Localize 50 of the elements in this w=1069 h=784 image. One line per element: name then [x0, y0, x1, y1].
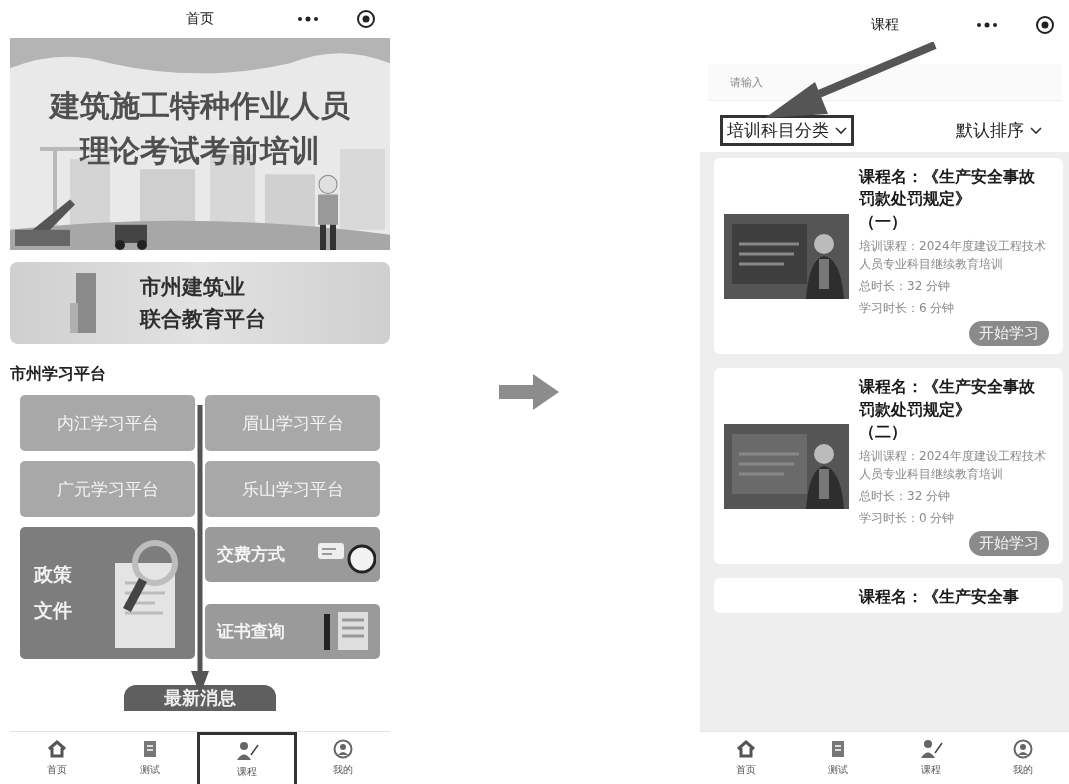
course-title: 课程名：《生产安全事: [859, 586, 1019, 609]
banner-subtitle: 理论考试考前培训: [80, 132, 320, 170]
close-icon[interactable]: [356, 9, 376, 29]
study-duration: 学习时长：6 分钟: [859, 300, 956, 318]
profile-icon: [333, 739, 354, 759]
close-icon[interactable]: [1035, 15, 1055, 35]
teacher-icon: [918, 739, 943, 759]
policy-tile[interactable]: 政策 文件: [20, 527, 195, 659]
more-icon[interactable]: [975, 21, 999, 29]
tab-item[interactable]: 首页: [10, 732, 104, 784]
teacher-icon: [234, 740, 259, 761]
profile-icon: [1012, 739, 1033, 759]
course-title: 课程名：《生产安全事故罚款处罚规定》 （二）: [859, 376, 1036, 443]
home-icon: [736, 739, 757, 759]
search-field[interactable]: 请输入: [708, 64, 1062, 101]
tab-item[interactable]: 我的: [296, 732, 390, 784]
news-banner[interactable]: 最新消息: [124, 685, 276, 711]
study-duration: 学习时长：0 分钟: [859, 510, 956, 528]
caret-icon: [1030, 126, 1042, 135]
tab-item[interactable]: 我的: [976, 732, 1069, 784]
tab-item[interactable]: 课程: [197, 732, 297, 784]
service-label: 交费方式: [217, 543, 285, 566]
course-card[interactable]: 课程名：《生产安全事故罚款处罚规定》 （二） 培训课程：2024年度建设工程技术人员专业科目继续教育培训 总时长：32 分钟 学习时长：0 分钟 开始学习: [714, 368, 1063, 565]
filter-dropdown[interactable]: 默认排序: [949, 115, 1049, 146]
tab-item[interactable]: 首页: [700, 732, 793, 784]
tab-item[interactable]: 测试: [792, 732, 885, 784]
more-icon[interactable]: [296, 15, 320, 23]
total-duration: 总时长：32 分钟: [859, 488, 952, 506]
section-title: 市州学习平台: [10, 364, 107, 385]
platform-name: 市州建筑业: [140, 274, 246, 301]
banner-title: 建筑施工特种作业人员: [50, 87, 350, 125]
course-card[interactable]: 课程名：《生产安全事: [714, 578, 1063, 613]
home-icon: [46, 739, 67, 759]
caret-icon: [835, 126, 847, 135]
training-name: 培训课程：2024年度建设工程技术人员专业科目继续教育培训: [859, 448, 1047, 484]
policy-label: 政策: [34, 562, 72, 587]
course-title: 课程名：《生产安全事故罚款处罚规定》 （一）: [859, 166, 1036, 233]
arrow-icon: [499, 374, 559, 410]
filter-dropdown[interactable]: 培训科目分类: [720, 115, 854, 146]
course-card[interactable]: 课程名：《生产安全事故罚款处罚规定》 （一） 培训课程：2024年度建设工程技术人员专业科目继续教育培训 总时长：32 分钟 学习时长：6 分钟 开始学习: [714, 158, 1063, 355]
platform-name: 联合教育平台: [140, 306, 266, 333]
page-title: 首页: [186, 10, 214, 28]
policy-label: 文件: [34, 598, 72, 623]
page-title: 课程: [870, 16, 899, 34]
service-label: 证书查询: [217, 620, 285, 643]
tab-item[interactable]: 课程: [884, 732, 977, 784]
tab-item[interactable]: 测试: [103, 732, 197, 784]
training-name: 培训课程：2024年度建设工程技术人员专业科目继续教育培训: [859, 238, 1047, 274]
total-duration: 总时长：32 分钟: [859, 278, 952, 296]
platform-card[interactable]: 市州建筑业 联合教育平台: [10, 262, 390, 344]
